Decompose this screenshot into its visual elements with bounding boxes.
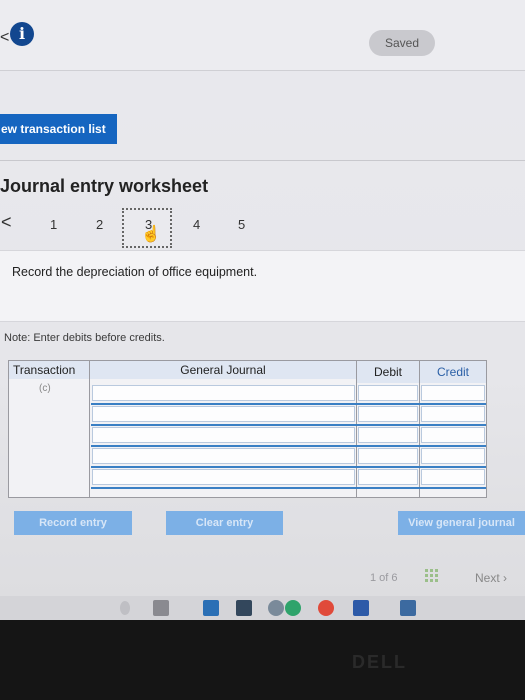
info-icon[interactable]: i xyxy=(10,22,34,46)
worksheet-title: Journal entry worksheet xyxy=(0,176,209,196)
app-icon[interactable] xyxy=(268,600,284,616)
divider xyxy=(0,160,525,161)
edge-icon[interactable] xyxy=(285,600,301,616)
header-transaction: Transaction xyxy=(9,361,89,379)
hand-cursor-icon: ☝ xyxy=(141,226,161,243)
store-icon[interactable] xyxy=(236,600,252,616)
divider xyxy=(0,70,525,71)
view-transaction-list-button[interactable]: ew transaction list xyxy=(0,114,117,144)
row-line xyxy=(91,466,486,468)
step-2[interactable]: 2 xyxy=(96,217,103,232)
debit-input[interactable] xyxy=(358,427,418,443)
next-chevron-icon: › xyxy=(503,571,508,585)
taskbar xyxy=(0,596,525,620)
step-1[interactable]: 1 xyxy=(50,217,57,232)
account-input[interactable] xyxy=(92,406,355,422)
next-label: Next xyxy=(475,571,500,585)
step-5[interactable]: 5 xyxy=(238,217,245,232)
step-3-active[interactable]: 3 ☝ xyxy=(122,208,172,248)
word-icon[interactable] xyxy=(353,600,369,616)
column-divider xyxy=(356,361,357,497)
monitor-bezel xyxy=(0,620,525,700)
photos-icon[interactable] xyxy=(400,600,416,616)
dell-logo: DELL xyxy=(352,652,407,672)
page-position: 1 of 6 xyxy=(370,572,398,584)
debit-input[interactable] xyxy=(358,406,418,422)
instruction-panel: Record the depreciation of office equipm… xyxy=(0,250,525,322)
row-line xyxy=(91,445,486,447)
step-4[interactable]: 4 xyxy=(193,217,200,232)
debit-input[interactable] xyxy=(358,385,418,401)
row-line xyxy=(91,424,486,426)
header-general-journal: General Journal xyxy=(90,361,356,379)
clear-entry-button[interactable]: Clear entry xyxy=(166,511,283,535)
row-line xyxy=(91,487,486,489)
saved-indicator: Saved xyxy=(369,30,435,56)
prev-step-icon[interactable]: < xyxy=(1,212,12,233)
header-credit: Credit xyxy=(420,361,486,383)
column-divider xyxy=(89,361,90,497)
note-text: Note: Enter debits before credits. xyxy=(4,332,165,344)
credit-input[interactable] xyxy=(421,469,485,485)
grid-icon[interactable] xyxy=(425,569,439,583)
back-chevron-icon[interactable]: < xyxy=(0,29,9,47)
debit-input[interactable] xyxy=(358,469,418,485)
debit-input[interactable] xyxy=(358,448,418,464)
task-view-icon[interactable] xyxy=(153,600,169,616)
transaction-label: (c) xyxy=(39,383,51,394)
record-entry-button[interactable]: Record entry xyxy=(14,511,132,535)
account-input[interactable] xyxy=(92,385,355,401)
row-line xyxy=(91,403,486,405)
next-button[interactable]: Next › xyxy=(475,571,507,585)
credit-input[interactable] xyxy=(421,385,485,401)
account-input[interactable] xyxy=(92,427,355,443)
mic-icon[interactable] xyxy=(120,601,130,615)
credit-input[interactable] xyxy=(421,427,485,443)
screen: < i Saved ew transaction list Journal en… xyxy=(0,0,525,620)
journal-table: Transaction General Journal Debit Credit… xyxy=(8,360,487,498)
column-divider xyxy=(419,361,420,497)
credit-input[interactable] xyxy=(421,406,485,422)
chrome-icon[interactable] xyxy=(318,600,334,616)
account-input[interactable] xyxy=(92,448,355,464)
instruction-text: Record the depreciation of office equipm… xyxy=(12,265,258,279)
mail-icon[interactable] xyxy=(203,600,219,616)
account-input[interactable] xyxy=(92,469,355,485)
view-general-journal-button[interactable]: View general journal xyxy=(398,511,525,535)
top-bar: < i Saved xyxy=(0,0,525,70)
credit-input[interactable] xyxy=(421,448,485,464)
header-debit: Debit xyxy=(357,361,419,383)
